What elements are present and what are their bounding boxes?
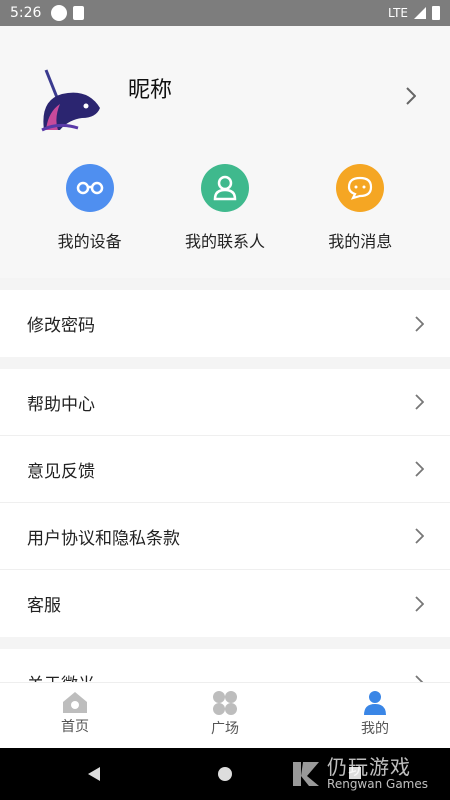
menu-item-user-agreement[interactable]: 用户协议和隐私条款: [0, 503, 450, 570]
watermark-en: Rengwan Games: [327, 777, 428, 792]
menu-item-customer-service[interactable]: 客服: [0, 570, 450, 637]
menu-item-label: 意见反馈: [27, 461, 95, 482]
chevron-right-icon: [415, 461, 424, 477]
menu-section-support: 帮助中心 意见反馈 用户协议和隐私条款 客服: [0, 369, 450, 637]
tab-label: 我的: [361, 721, 389, 737]
chevron-right-icon: [415, 394, 424, 410]
home-icon: [63, 692, 87, 713]
quick-label-devices: 我的设备: [57, 232, 122, 251]
status-bar: 5:26 LTE: [0, 0, 450, 26]
menu-item-label: 用户协议和隐私条款: [27, 528, 180, 549]
bottom-tab-bar: 首页 广场 我的: [0, 682, 450, 748]
square-grid-icon: [213, 691, 237, 715]
chevron-right-icon: [415, 595, 424, 612]
watermark-text: 仍玩游戏 Rengwan Games: [327, 756, 428, 791]
tab-label: 首页: [61, 719, 89, 735]
status-time: 5:26: [10, 5, 42, 21]
menu-item-about[interactable]: 关于微光: [0, 649, 450, 682]
tab-home[interactable]: 首页: [0, 683, 150, 748]
back-icon[interactable]: [86, 766, 102, 782]
person-icon: [364, 691, 386, 715]
chevron-right-icon: [415, 674, 424, 682]
menu-item-label: 客服: [27, 596, 61, 616]
battery-icon: [432, 6, 440, 20]
content-scroll[interactable]: 昵称 我的设备 我的联系人 我的消息 修改密码 帮助中心 意见反馈 用户协议和隐…: [0, 26, 450, 682]
quick-item-contacts[interactable]: 我的联系人: [165, 164, 285, 252]
notification-dot-icon: [51, 5, 68, 21]
tab-mine[interactable]: 我的: [300, 683, 450, 748]
menu-item-label: 帮助中心: [27, 394, 95, 415]
watermark: 仍玩游戏 Rengwan Games: [291, 748, 428, 800]
tab-square[interactable]: 广场: [150, 683, 300, 748]
quick-actions: 我的设备 我的联系人 我的消息: [0, 164, 450, 252]
quick-label-contacts: 我的联系人: [184, 232, 265, 251]
chevron-right-icon[interactable]: [406, 87, 416, 105]
status-right: LTE: [388, 6, 440, 20]
profile-header[interactable]: 昵称 我的设备 我的联系人 我的消息: [0, 26, 450, 278]
watermark-cn: 仍玩游戏: [327, 755, 412, 780]
person-icon: [200, 164, 249, 212]
menu-item-feedback[interactable]: 意见反馈: [0, 436, 450, 503]
chevron-right-icon: [415, 528, 424, 544]
chevron-right-icon: [415, 315, 424, 332]
network-type: LTE: [388, 6, 408, 20]
signal-icon: [414, 7, 426, 19]
quick-item-devices[interactable]: 我的设备: [30, 164, 150, 252]
menu-item-change-password[interactable]: 修改密码: [0, 290, 450, 357]
nickname: 昵称: [128, 78, 173, 103]
chat-bubble-icon: [336, 164, 385, 212]
quick-item-messages[interactable]: 我的消息: [300, 164, 420, 252]
home-button-icon[interactable]: [217, 766, 233, 782]
sd-card-icon: [73, 6, 85, 20]
menu-section-about: 关于微光: [0, 649, 450, 682]
avatar[interactable]: [38, 60, 102, 136]
watermark-logo-icon: [293, 762, 320, 786]
menu-item-label: 修改密码: [27, 316, 95, 336]
tab-label: 广场: [211, 721, 239, 737]
quick-label-messages: 我的消息: [328, 232, 393, 251]
glasses-icon: [65, 164, 114, 212]
menu-item-label: 关于微光: [27, 670, 95, 682]
menu-item-help-center[interactable]: 帮助中心: [0, 369, 450, 436]
menu-section-account: 修改密码: [0, 290, 450, 357]
